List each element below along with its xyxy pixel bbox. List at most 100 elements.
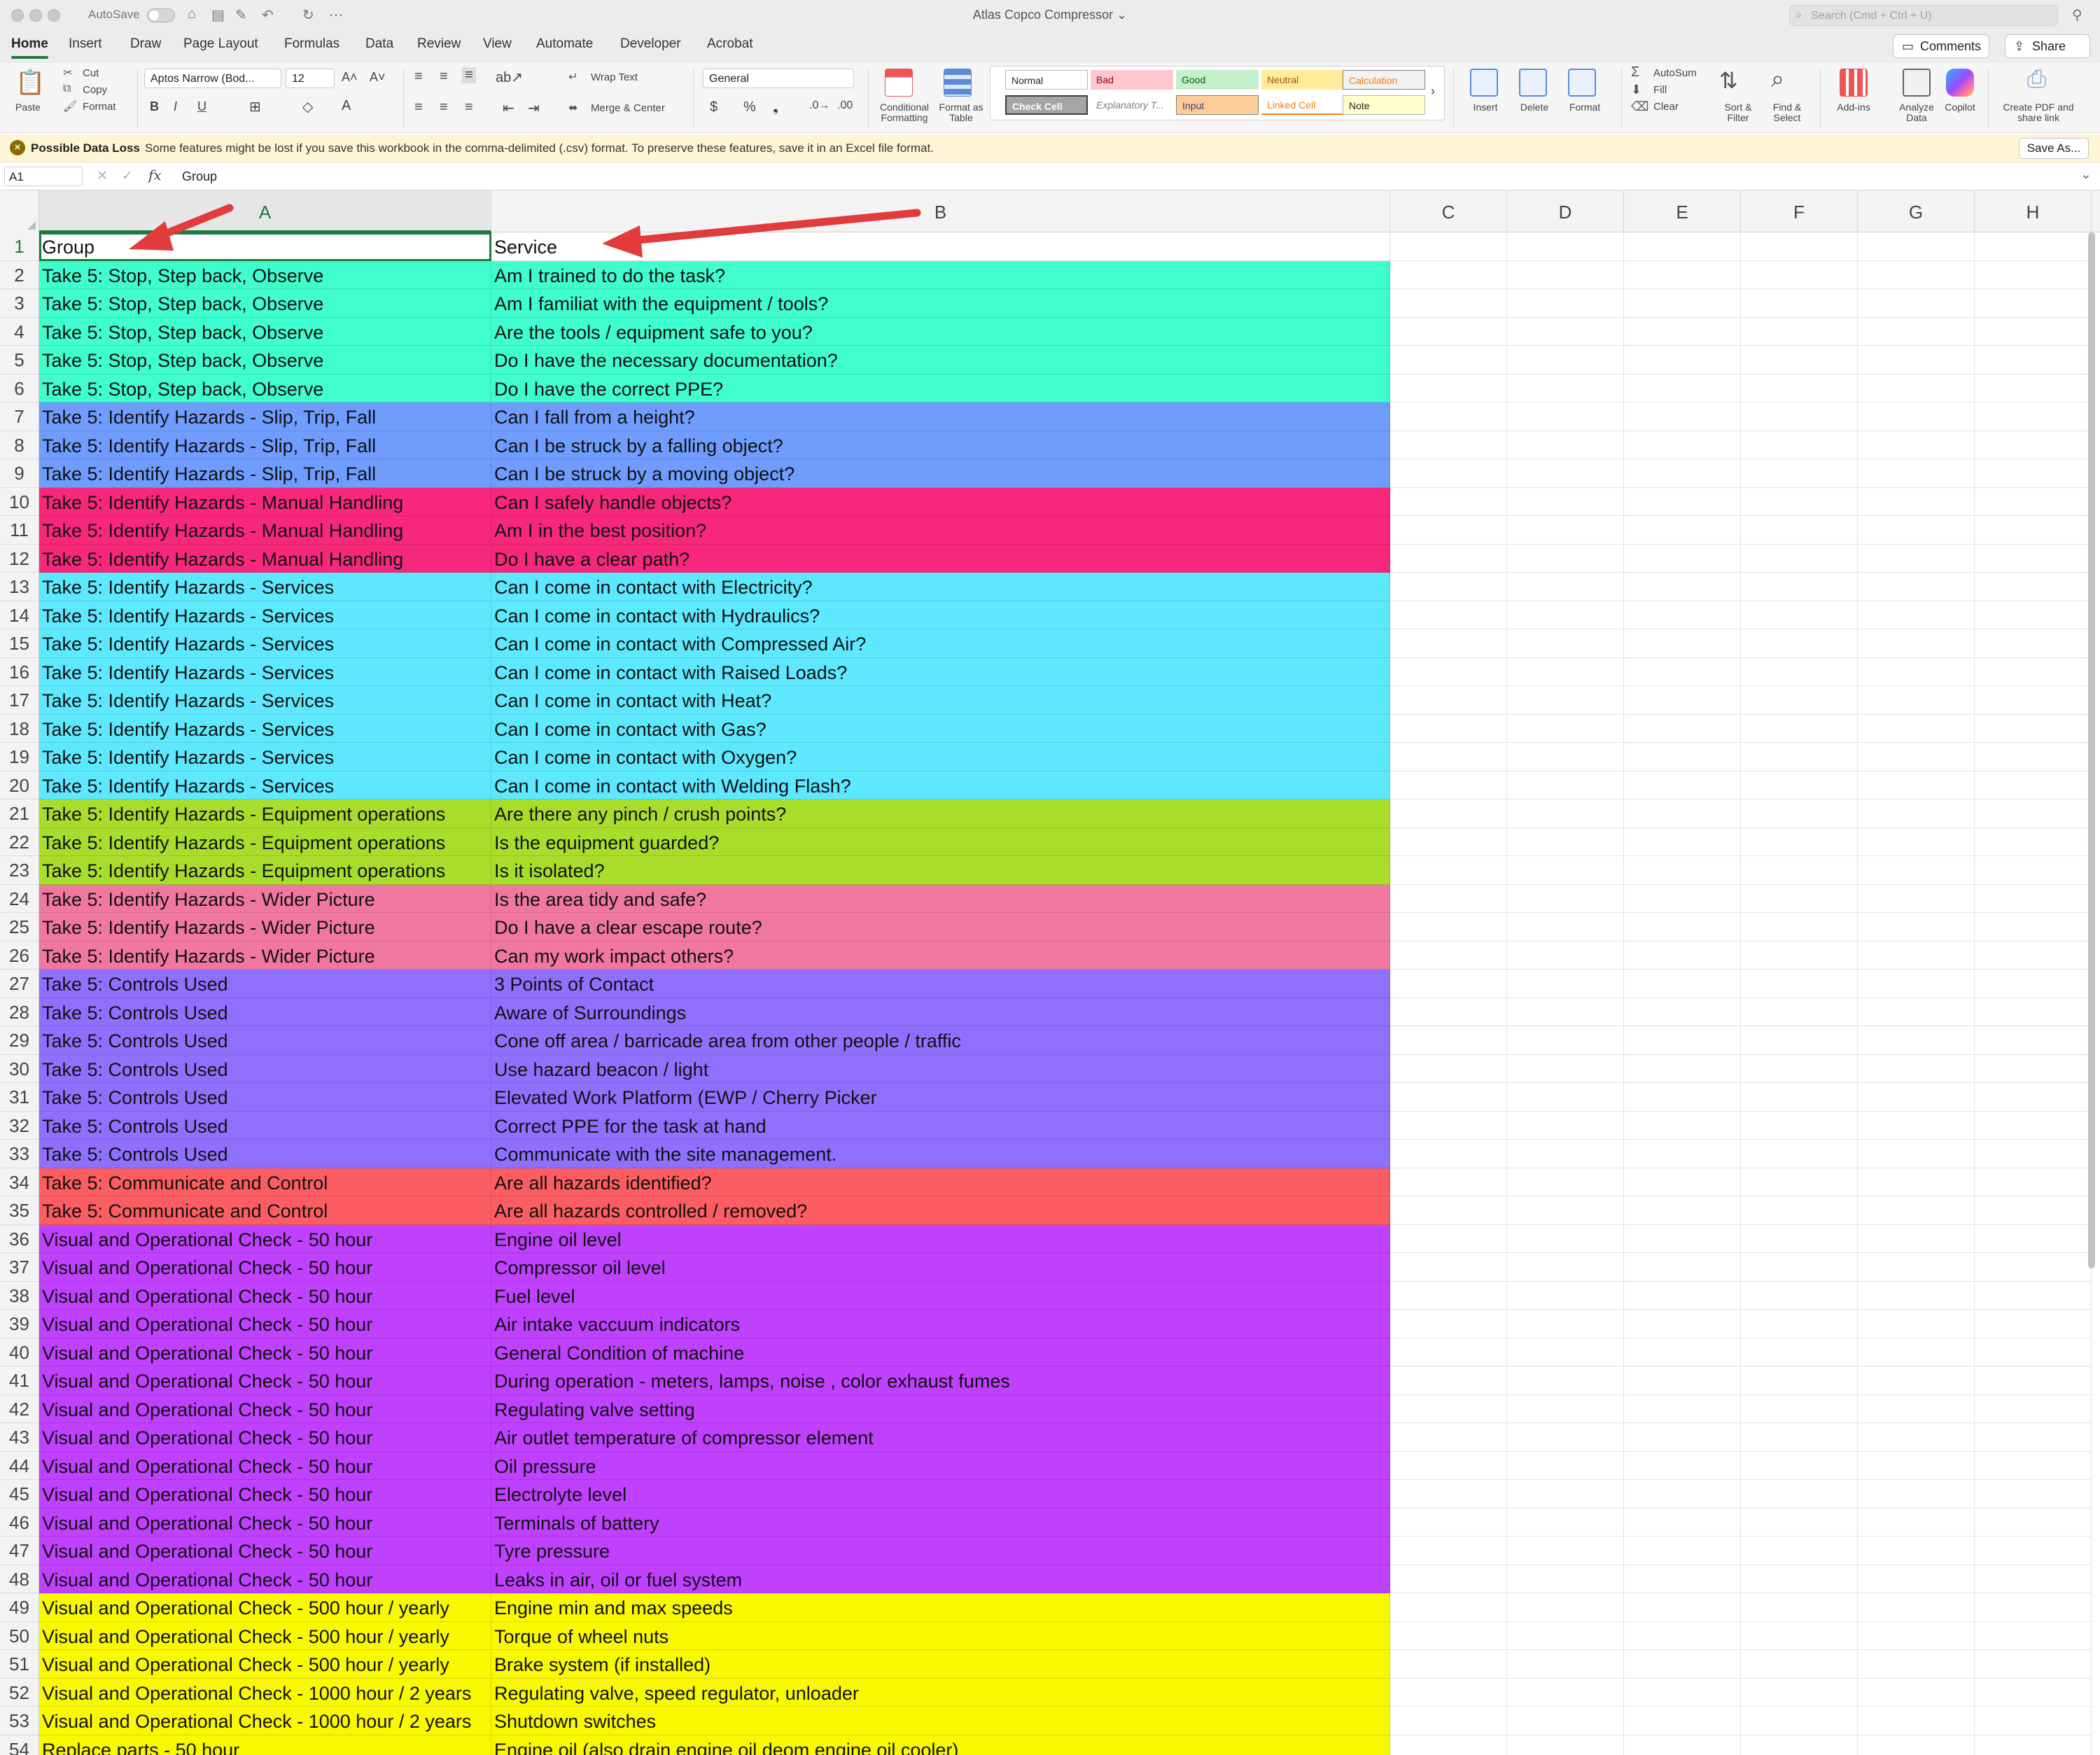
- comments-button[interactable]: ▭ Comments: [1893, 34, 1989, 58]
- group-cell[interactable]: Visual and Operational Check - 50 hour: [39, 1537, 491, 1565]
- service-cell[interactable]: Can I come in contact with Raised Loads?: [491, 657, 1390, 686]
- row-header[interactable]: 23: [0, 856, 39, 885]
- service-cell[interactable]: Electrolyte level: [491, 1480, 1390, 1509]
- empty-cell[interactable]: [1858, 232, 1975, 261]
- empty-cell[interactable]: [1624, 1537, 1741, 1565]
- row-header[interactable]: 42: [0, 1394, 39, 1423]
- service-cell[interactable]: Is the equipment guarded?: [491, 827, 1390, 856]
- wrap-text-icon[interactable]: ↵: [568, 70, 578, 84]
- empty-cell[interactable]: [1975, 1338, 2092, 1366]
- empty-cell[interactable]: [1741, 573, 1858, 601]
- tab-automate[interactable]: Automate: [536, 36, 593, 52]
- merge-center-label[interactable]: Merge & Center: [591, 102, 665, 114]
- empty-cell[interactable]: [1507, 1338, 1624, 1366]
- empty-cell[interactable]: [1975, 1735, 2092, 1755]
- empty-cell[interactable]: [1624, 260, 1741, 289]
- empty-cell[interactable]: [1507, 459, 1624, 488]
- service-cell[interactable]: Correct PPE for the task at hand: [491, 1111, 1390, 1140]
- service-cell[interactable]: Are the tools / equipment safe to you?: [491, 317, 1390, 346]
- empty-cell[interactable]: [1858, 1054, 1975, 1083]
- group-cell[interactable]: Group: [39, 232, 491, 261]
- empty-cell[interactable]: [1624, 1168, 1741, 1196]
- group-cell[interactable]: Take 5: Controls Used: [39, 970, 491, 998]
- empty-cell[interactable]: [1390, 1281, 1507, 1310]
- service-cell[interactable]: Can I come in contact with Compressed Ai…: [491, 629, 1390, 658]
- group-cell[interactable]: Take 5: Stop, Step back, Observe: [39, 374, 491, 403]
- empty-cell[interactable]: [1390, 998, 1507, 1026]
- empty-cell[interactable]: [1390, 743, 1507, 771]
- style-check-cell[interactable]: Check Cell: [1005, 95, 1088, 115]
- empty-cell[interactable]: [1507, 289, 1624, 318]
- empty-cell[interactable]: [1624, 1508, 1741, 1537]
- service-cell[interactable]: Are all hazards identified?: [491, 1168, 1390, 1196]
- currency-icon[interactable]: $: [710, 99, 718, 116]
- row-header[interactable]: 34: [0, 1168, 39, 1196]
- empty-cell[interactable]: [1741, 1678, 1858, 1707]
- empty-cell[interactable]: [1858, 1253, 1975, 1282]
- service-cell[interactable]: Am I in the best position?: [491, 516, 1390, 545]
- column-header-c[interactable]: C: [1390, 190, 1507, 232]
- empty-cell[interactable]: [1858, 260, 1975, 289]
- empty-cell[interactable]: [1507, 1366, 1624, 1395]
- empty-cell[interactable]: [1507, 657, 1624, 686]
- empty-cell[interactable]: [1741, 1593, 1858, 1622]
- row-header[interactable]: 44: [0, 1451, 39, 1480]
- group-cell[interactable]: Take 5: Identify Hazards - Manual Handli…: [39, 544, 491, 573]
- style-neutral[interactable]: Neutral: [1261, 70, 1344, 90]
- service-cell[interactable]: Do I have the correct PPE?: [491, 374, 1390, 403]
- empty-cell[interactable]: [1624, 1394, 1741, 1423]
- empty-cell[interactable]: [1975, 573, 2092, 601]
- empty-cell[interactable]: [1741, 1707, 1858, 1735]
- service-cell[interactable]: Engine oil level: [491, 1224, 1390, 1253]
- empty-cell[interactable]: [1390, 1565, 1507, 1593]
- style-bad[interactable]: Bad: [1091, 70, 1173, 90]
- empty-cell[interactable]: [1975, 459, 2092, 488]
- empty-cell[interactable]: [1741, 941, 1858, 970]
- empty-cell[interactable]: [1507, 346, 1624, 375]
- empty-cell[interactable]: [1507, 1480, 1624, 1509]
- cut-icon[interactable]: ✂: [63, 66, 72, 80]
- empty-cell[interactable]: [1975, 1480, 2092, 1509]
- empty-cell[interactable]: [1975, 1026, 2092, 1055]
- group-cell[interactable]: Take 5: Identify Hazards - Services: [39, 629, 491, 658]
- formula-input[interactable]: Group: [176, 167, 2078, 186]
- empty-cell[interactable]: [1390, 260, 1507, 289]
- empty-cell[interactable]: [1858, 998, 1975, 1026]
- format-painter-icon[interactable]: 🖌: [63, 99, 77, 113]
- empty-cell[interactable]: [1975, 941, 2092, 970]
- empty-cell[interactable]: [1507, 1281, 1624, 1310]
- empty-cell[interactable]: [1975, 1140, 2092, 1168]
- empty-cell[interactable]: [1975, 1678, 2092, 1707]
- row-header[interactable]: 22: [0, 827, 39, 856]
- service-cell[interactable]: Tyre pressure: [491, 1537, 1390, 1565]
- empty-cell[interactable]: [1741, 1224, 1858, 1253]
- empty-cell[interactable]: [1624, 1593, 1741, 1622]
- row-header[interactable]: 2: [0, 260, 39, 289]
- row-header[interactable]: 28: [0, 998, 39, 1026]
- empty-cell[interactable]: [1858, 403, 1975, 431]
- empty-cell[interactable]: [1624, 941, 1741, 970]
- orientation-icon[interactable]: ab↗: [496, 69, 523, 86]
- service-cell[interactable]: Aware of Surroundings: [491, 998, 1390, 1026]
- empty-cell[interactable]: [1741, 1650, 1858, 1679]
- row-header[interactable]: 38: [0, 1281, 39, 1310]
- empty-cell[interactable]: [1390, 1140, 1507, 1168]
- row-header[interactable]: 4: [0, 317, 39, 346]
- empty-cell[interactable]: [1975, 799, 2092, 828]
- align-middle-icon[interactable]: ≡: [440, 69, 448, 85]
- empty-cell[interactable]: [1507, 431, 1624, 459]
- empty-cell[interactable]: [1624, 1565, 1741, 1593]
- group-cell[interactable]: Visual and Operational Check - 500 hour …: [39, 1650, 491, 1679]
- empty-cell[interactable]: [1390, 374, 1507, 403]
- row-header[interactable]: 52: [0, 1678, 39, 1707]
- row-header[interactable]: 48: [0, 1565, 39, 1593]
- empty-cell[interactable]: [1624, 1735, 1741, 1755]
- account-icon[interactable]: ⚲: [2072, 6, 2082, 24]
- empty-cell[interactable]: [1741, 516, 1858, 545]
- empty-cell[interactable]: [1975, 1281, 2092, 1310]
- expand-formula-icon[interactable]: ⌄: [2080, 167, 2092, 183]
- decrease-decimal-icon[interactable]: .00: [837, 99, 853, 112]
- empty-cell[interactable]: [1390, 1168, 1507, 1196]
- empty-cell[interactable]: [1624, 743, 1741, 771]
- empty-cell[interactable]: [1507, 317, 1624, 346]
